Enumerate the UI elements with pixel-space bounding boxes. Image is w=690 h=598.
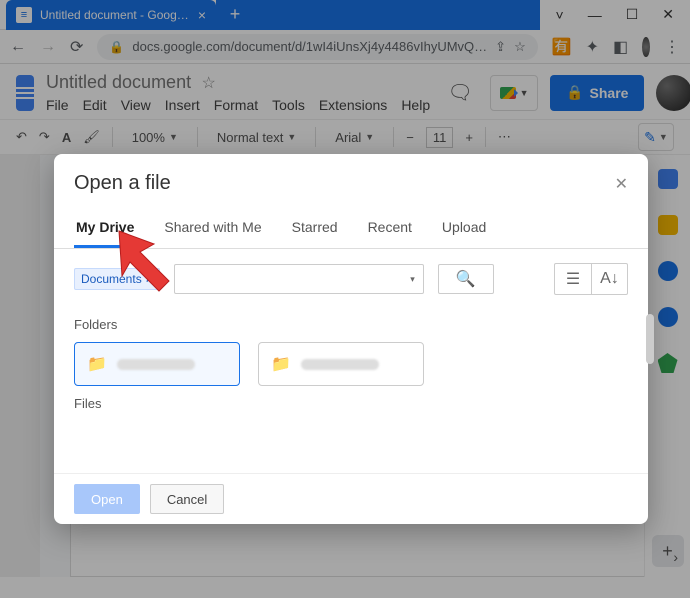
chevron-down-icon: ▾ xyxy=(410,274,415,285)
search-icon: 🔍 xyxy=(456,269,476,289)
tab-recent[interactable]: Recent xyxy=(366,213,414,248)
tab-upload[interactable]: Upload xyxy=(440,213,488,248)
list-view-button[interactable]: ☰ xyxy=(555,264,591,294)
view-toggle: ☰ A↓ xyxy=(554,263,628,295)
scrollbar-thumb[interactable] xyxy=(646,314,648,364)
shared-folder-icon: 📁 xyxy=(271,354,291,374)
open-file-dialog: Open a file ✕ My Drive Shared with Me St… xyxy=(54,154,648,524)
folder-name-redacted xyxy=(301,359,379,370)
dialog-footer: Open Cancel xyxy=(54,473,648,524)
open-button[interactable]: Open xyxy=(74,484,140,514)
cancel-button[interactable]: Cancel xyxy=(150,484,224,514)
tab-starred[interactable]: Starred xyxy=(290,213,340,248)
tab-shared-with-me[interactable]: Shared with Me xyxy=(162,213,263,248)
chip-label: Documents xyxy=(81,272,142,286)
picker-tabs: My Drive Shared with Me Starred Recent U… xyxy=(54,205,648,249)
folder-path-select[interactable]: ▾ xyxy=(174,264,424,294)
files-heading: Files xyxy=(74,396,628,411)
picker-toolbar: Documents × ▾ 🔍 ☰ A↓ xyxy=(54,249,648,303)
filter-chip-documents[interactable]: Documents × xyxy=(74,268,160,290)
folder-item[interactable]: 📁 xyxy=(74,342,240,386)
picker-content: Folders 📁 📁 Files xyxy=(54,303,648,473)
folder-icon: 📁 xyxy=(87,354,107,374)
dialog-close-icon[interactable]: ✕ xyxy=(615,174,628,194)
tab-my-drive[interactable]: My Drive xyxy=(74,213,136,248)
chip-remove-icon[interactable]: × xyxy=(146,272,153,286)
folder-name-redacted xyxy=(117,359,195,370)
folders-heading: Folders xyxy=(74,317,628,332)
picker-search-button[interactable]: 🔍 xyxy=(438,264,494,294)
folder-item[interactable]: 📁 xyxy=(258,342,424,386)
dialog-title: Open a file xyxy=(74,172,171,195)
sort-button[interactable]: A↓ xyxy=(591,264,627,294)
